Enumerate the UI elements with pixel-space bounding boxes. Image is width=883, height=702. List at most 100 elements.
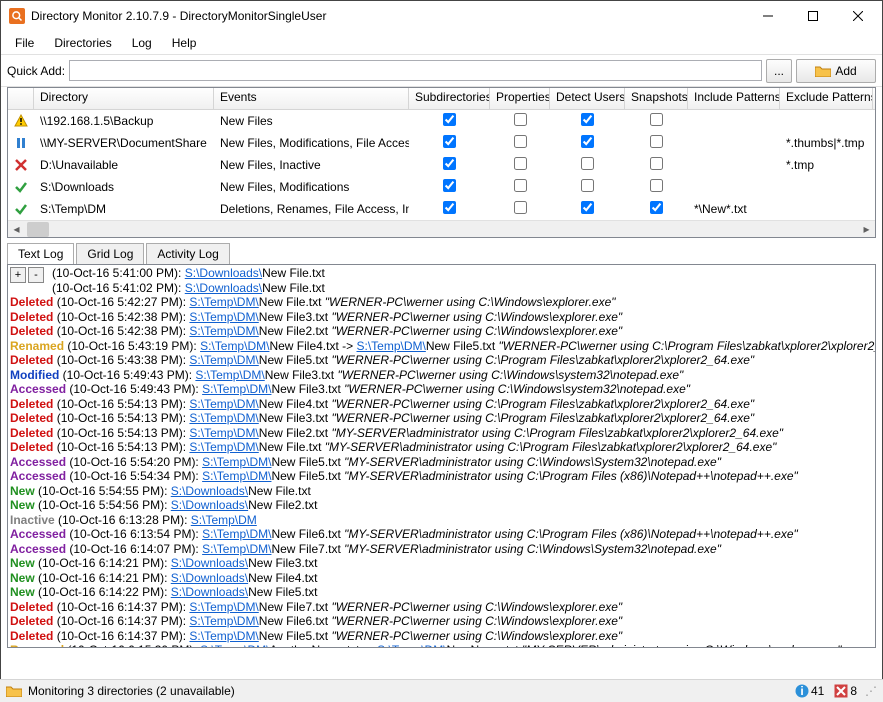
- log-path-link[interactable]: S:\Downloads\: [185, 281, 262, 295]
- log-path-link[interactable]: S:\Downloads\: [171, 571, 248, 585]
- grid-header-directory[interactable]: Directory: [34, 88, 214, 109]
- grid-header-subdirs[interactable]: Subdirectories: [409, 88, 490, 109]
- log-path-link[interactable]: S:\Temp\DM\: [356, 339, 425, 353]
- log-path-link[interactable]: S:\Downloads\: [185, 266, 262, 280]
- quick-add-input[interactable]: [69, 60, 762, 81]
- log-path-link[interactable]: S:\Temp\DM\: [202, 469, 271, 483]
- log-path-link[interactable]: S:\Temp\DM\: [195, 368, 264, 382]
- checkbox[interactable]: [581, 135, 594, 148]
- log-path-link[interactable]: S:\Temp\DM\: [189, 324, 258, 338]
- checkbox[interactable]: [650, 135, 663, 148]
- checkbox[interactable]: [581, 113, 594, 126]
- log-filename: New File4.txt ->: [269, 339, 356, 353]
- log-path-link[interactable]: S:\Temp\DM\: [189, 295, 258, 309]
- menu-log[interactable]: Log: [122, 33, 162, 53]
- info-badge[interactable]: i 41: [793, 684, 826, 698]
- checkbox[interactable]: [581, 201, 594, 214]
- log-expand-button[interactable]: +: [10, 267, 26, 283]
- log-line: Renamed (10-Oct-16 6:15:30 PM): S:\Temp\…: [10, 643, 873, 648]
- checkbox[interactable]: [514, 179, 527, 192]
- log-path-link[interactable]: S:\Downloads\: [171, 498, 248, 512]
- log-path-link[interactable]: S:\Temp\DM\: [189, 397, 258, 411]
- grid-header-icon[interactable]: [8, 88, 34, 109]
- checkbox[interactable]: [443, 113, 456, 126]
- log-path-link[interactable]: S:\Downloads\: [171, 484, 248, 498]
- grid-row[interactable]: S:\Temp\DMDeletions, Renames, File Acces…: [8, 198, 875, 220]
- checkbox[interactable]: [443, 135, 456, 148]
- log-path-link[interactable]: S:\Temp\DM\: [189, 614, 258, 628]
- grid-row[interactable]: S:\DownloadsNew Files, Modifications: [8, 176, 875, 198]
- maximize-button[interactable]: [790, 2, 835, 30]
- checkbox[interactable]: [514, 113, 527, 126]
- grid-row[interactable]: \\192.168.1.5\BackupNew Files: [8, 110, 875, 132]
- resize-grip-icon[interactable]: ⋰: [865, 684, 877, 698]
- log-path-link[interactable]: S:\Temp\DM\: [189, 629, 258, 643]
- close-button[interactable]: [835, 2, 880, 30]
- event-label: Modified: [10, 368, 59, 382]
- menu-directories[interactable]: Directories: [44, 33, 121, 53]
- log-path-link[interactable]: S:\Temp\DM\: [202, 542, 271, 556]
- log-path-link[interactable]: S:\Temp\DM\: [202, 455, 271, 469]
- menu-help[interactable]: Help: [162, 33, 207, 53]
- log-path-link[interactable]: S:\Temp\DM\: [189, 310, 258, 324]
- log-collapse-button[interactable]: -: [28, 267, 44, 283]
- log-path-link[interactable]: S:\Temp\DM\: [202, 527, 271, 541]
- log-path-link[interactable]: S:\Temp\DM\: [189, 426, 258, 440]
- checkbox[interactable]: [443, 157, 456, 170]
- log-path-link[interactable]: S:\Temp\DM\: [189, 353, 258, 367]
- timestamp: (10-Oct-16 5:54:13 PM):: [53, 426, 189, 440]
- checkbox[interactable]: [650, 113, 663, 126]
- checkbox[interactable]: [443, 201, 456, 214]
- grid-header-snapshots[interactable]: Snapshots: [625, 88, 688, 109]
- event-label: New: [10, 484, 35, 498]
- grid-header-include[interactable]: Include Patterns: [688, 88, 780, 109]
- scroll-left-arrow-icon[interactable]: ◂: [8, 221, 25, 238]
- tab-text-log[interactable]: Text Log: [7, 243, 74, 265]
- log-extra: "MY-SERVER\administrator using C:\Progra…: [344, 527, 798, 541]
- checkbox[interactable]: [514, 157, 527, 170]
- checkbox[interactable]: [650, 201, 663, 214]
- tab-grid-log[interactable]: Grid Log: [76, 243, 144, 265]
- log-path-link[interactable]: S:\Temp\DM\: [189, 600, 258, 614]
- log-path-link[interactable]: S:\Temp\DM: [191, 513, 257, 527]
- log-filename: New File4.txt: [259, 397, 332, 411]
- menu-file[interactable]: File: [5, 33, 44, 53]
- grid-header-detect[interactable]: Detect Users: [550, 88, 625, 109]
- status-icon: [8, 134, 34, 152]
- event-label: Deleted: [10, 310, 53, 324]
- info-count: 41: [811, 684, 824, 698]
- grid-header-events[interactable]: Events: [214, 88, 409, 109]
- log-path-link[interactable]: S:\Temp\DM\: [377, 643, 446, 648]
- log-path-link[interactable]: S:\Temp\DM\: [189, 440, 258, 454]
- exclude-cell: [780, 185, 873, 189]
- log-path-link[interactable]: S:\Temp\DM\: [189, 411, 258, 425]
- horizontal-scrollbar[interactable]: ◂ ▸: [8, 220, 875, 237]
- checkbox[interactable]: [443, 179, 456, 192]
- timestamp: (10-Oct-16 5:54:34 PM):: [66, 469, 202, 483]
- log-path-link[interactable]: S:\Temp\DM\: [202, 382, 271, 396]
- tab-activity-log[interactable]: Activity Log: [146, 243, 229, 265]
- checkbox[interactable]: [650, 157, 663, 170]
- log-path-link[interactable]: S:\Temp\DM\: [200, 643, 269, 648]
- log-path-link[interactable]: S:\Downloads\: [171, 585, 248, 599]
- checkbox[interactable]: [514, 201, 527, 214]
- error-badge[interactable]: 8: [832, 684, 859, 698]
- checkbox[interactable]: [581, 179, 594, 192]
- grid-header-properties[interactable]: Properties: [490, 88, 550, 109]
- checkbox[interactable]: [650, 179, 663, 192]
- log-path-link[interactable]: S:\Temp\DM\: [200, 339, 269, 353]
- checkbox[interactable]: [514, 135, 527, 148]
- browse-button[interactable]: ...: [766, 59, 792, 83]
- include-cell: [688, 119, 780, 123]
- checkbox[interactable]: [581, 157, 594, 170]
- events-cell: New Files: [214, 112, 409, 130]
- log-path-link[interactable]: S:\Downloads\: [171, 556, 248, 570]
- minimize-button[interactable]: [745, 2, 790, 30]
- add-button[interactable]: Add: [796, 59, 876, 83]
- scroll-thumb[interactable]: [27, 222, 49, 237]
- grid-header-exclude[interactable]: Exclude Patterns: [780, 88, 873, 109]
- log-line: Accessed (10-Oct-16 6:13:54 PM): S:\Temp…: [10, 527, 873, 542]
- grid-row[interactable]: D:\UnavailableNew Files, Inactive*.tmp: [8, 154, 875, 176]
- grid-row[interactable]: \\MY-SERVER\DocumentShareNew Files, Modi…: [8, 132, 875, 154]
- scroll-right-arrow-icon[interactable]: ▸: [858, 221, 875, 238]
